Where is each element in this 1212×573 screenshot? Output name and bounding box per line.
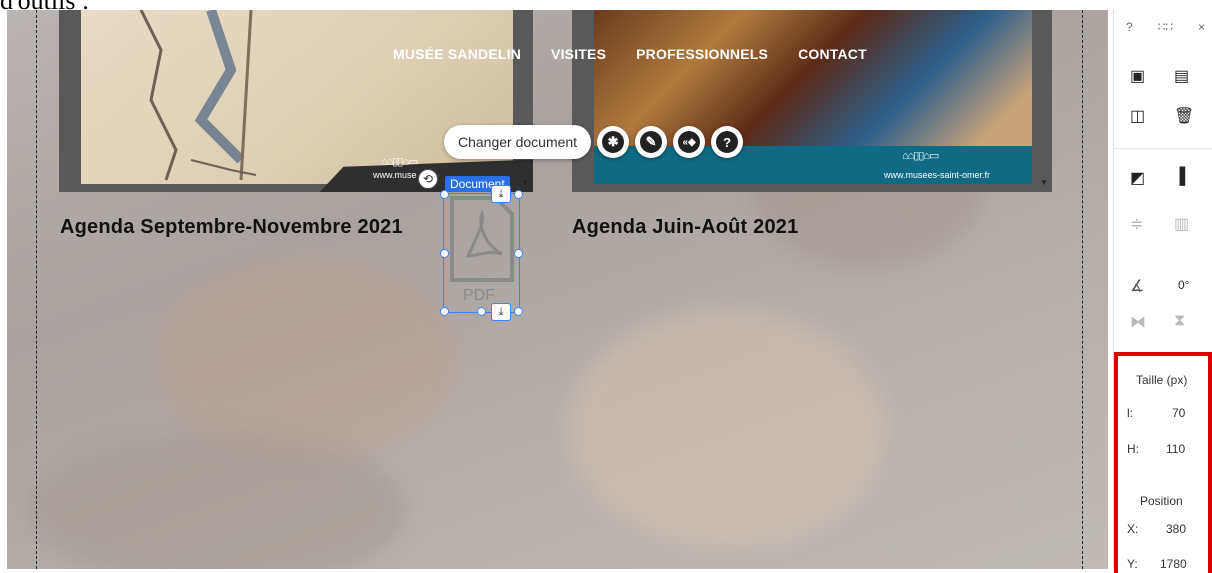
nav-item-musee[interactable]: MUSÉE SANDELIN [393, 46, 521, 62]
chevron-down-icon[interactable]: ▼ [521, 178, 529, 187]
trash-icon[interactable]: 🗑 [1174, 106, 1194, 126]
nav-item-contact[interactable]: CONTACT [798, 46, 867, 62]
resize-handle[interactable] [477, 307, 486, 316]
match-size-icon[interactable]: ▥ [1174, 214, 1189, 234]
download-icon[interactable]: ⤓ [491, 303, 511, 321]
distribute-icon[interactable]: ≑ [1130, 214, 1143, 234]
animation-icon: «◆ [678, 131, 701, 153]
agenda-title-2: Agenda Juin-Août 2021 [572, 216, 799, 238]
resize-handle[interactable] [440, 190, 449, 199]
skyline-logo: ⌂⌂▯▯⌂▭ [902, 150, 939, 162]
agenda-card-2[interactable]: ⌂⌂▯▯⌂▭ www.musees-saint-omer.fr ▼ [572, 10, 1052, 192]
gear-icon: ✱ [602, 131, 625, 153]
flip-vertical-icon[interactable]: ⧗ [1174, 312, 1185, 330]
editor-canvas[interactable]: ⌂⌂▯▯⌂▭ www.muse ▼ ⌂⌂▯▯⌂▭ www.musees-sain… [7, 10, 1108, 569]
floating-toolbar: Changer document ✱ ✎ «◆ ? [444, 125, 744, 159]
pdf-label: PDF [463, 287, 495, 304]
right-guide-line [1082, 10, 1083, 569]
animation-button[interactable]: «◆ [673, 126, 706, 158]
design-button[interactable]: ✎ [635, 126, 668, 158]
help-button[interactable]: ? [711, 126, 744, 158]
site-nav: MUSÉE SANDELIN VISITES PROFESSIONNELS CO… [393, 46, 867, 62]
help-icon: ? [716, 131, 739, 153]
download-icon[interactable]: ⤓ [491, 185, 511, 203]
align-icon[interactable]: ▐ [1174, 168, 1185, 186]
paste-icon[interactable]: ▤ [1174, 66, 1189, 86]
left-guide-line [36, 10, 37, 569]
panel-header: ? ∷∷ × [1126, 20, 1205, 34]
resize-handle[interactable] [440, 249, 449, 258]
agenda-title-1: Agenda Septembre-Novembre 2021 [60, 216, 403, 238]
close-icon[interactable]: × [1198, 20, 1205, 34]
card-2-url: www.musees-saint-omer.fr [884, 170, 991, 180]
change-document-button[interactable]: Changer document [444, 125, 592, 159]
nav-item-professionnels[interactable]: PROFESSIONNELS [636, 46, 768, 62]
help-icon[interactable]: ? [1126, 20, 1133, 34]
rotation-value[interactable]: 0° [1178, 278, 1189, 292]
card-1-url: www.muse [373, 170, 417, 180]
settings-button[interactable]: ✱ [597, 126, 630, 158]
nav-item-visites[interactable]: VISITES [551, 46, 606, 62]
panel-divider [1114, 148, 1212, 149]
size-position-highlight [1114, 352, 1212, 573]
resize-handle[interactable] [514, 190, 523, 199]
agenda-card-1[interactable]: ⌂⌂▯▯⌂▭ www.muse ▼ [59, 10, 533, 192]
rotation-angle-icon[interactable]: ∡ [1130, 276, 1144, 296]
flip-horizontal-icon[interactable]: ⧓ [1130, 312, 1146, 332]
background-painting-blob [567, 310, 887, 550]
arrange-icon[interactable]: ◩ [1130, 168, 1145, 188]
resize-handle[interactable] [514, 249, 523, 258]
skyline-logo: ⌂⌂▯▯⌂▭ [381, 156, 418, 168]
pen-icon: ✎ [640, 131, 663, 153]
drag-handle-icon[interactable]: ∷∷ [1158, 20, 1173, 34]
resize-handle[interactable] [514, 307, 523, 316]
chevron-down-icon[interactable]: ▼ [1040, 178, 1048, 187]
copy-icon[interactable]: ▣ [1130, 66, 1145, 86]
resize-handle[interactable] [440, 307, 449, 316]
duplicate-icon[interactable]: ◫ [1130, 106, 1145, 126]
rotate-icon[interactable]: ⟲ [418, 169, 438, 189]
